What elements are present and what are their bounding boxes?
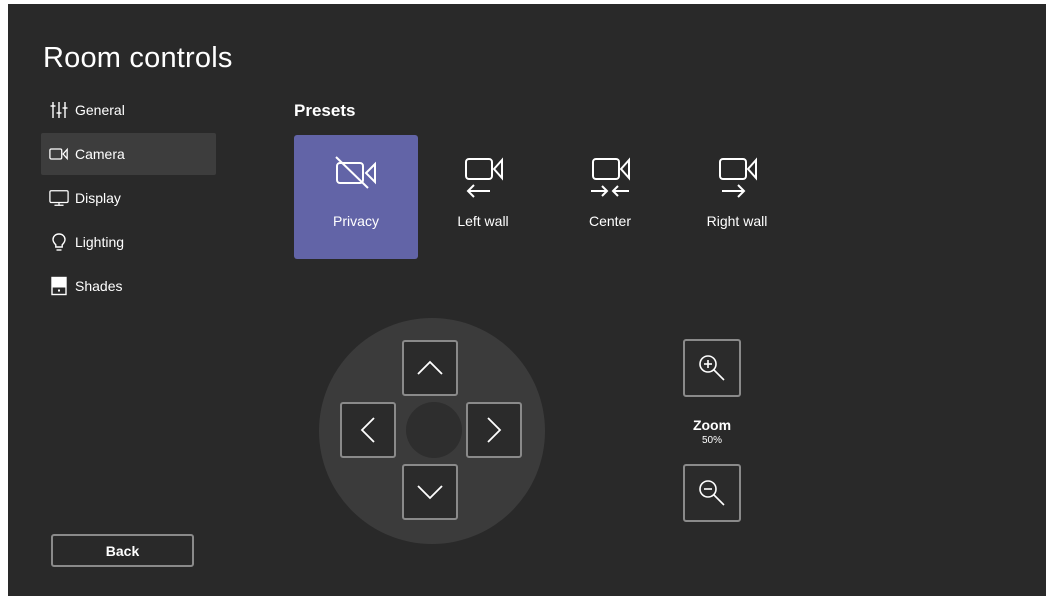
camera-right-icon xyxy=(714,155,760,201)
sidebar-nav: General Camera Display Lighting Shades xyxy=(41,89,216,309)
pan-left-button[interactable] xyxy=(340,402,396,458)
chevron-down-icon xyxy=(417,485,443,500)
presets-title: Presets xyxy=(294,101,356,120)
monitor-icon xyxy=(49,188,69,208)
preset-right-wall[interactable]: Right wall xyxy=(675,135,799,259)
preset-label: Center xyxy=(588,213,632,229)
lightbulb-icon xyxy=(49,232,69,252)
pan-down-button[interactable] xyxy=(402,464,458,520)
preset-privacy[interactable]: Privacy xyxy=(294,135,418,259)
pan-up-button[interactable] xyxy=(402,340,458,396)
chevron-up-icon xyxy=(417,360,443,375)
pan-pad-center xyxy=(406,402,462,458)
sidebar-item-display[interactable]: Display xyxy=(41,177,216,219)
sidebar-item-shades[interactable]: Shades xyxy=(41,265,216,307)
sidebar-item-label: General xyxy=(75,102,125,118)
chevron-right-icon xyxy=(487,417,502,443)
zoom-in-button[interactable] xyxy=(683,339,741,397)
shades-icon xyxy=(49,276,69,296)
camera-off-icon xyxy=(333,155,379,201)
sidebar-item-camera[interactable]: Camera xyxy=(41,133,216,175)
preset-left-wall[interactable]: Left wall xyxy=(421,135,545,259)
preset-center[interactable]: Center xyxy=(548,135,672,259)
sidebar-item-general[interactable]: General xyxy=(41,89,216,131)
zoom-out-button[interactable] xyxy=(683,464,741,522)
chevron-left-icon xyxy=(360,417,375,443)
zoom-in-icon xyxy=(699,355,725,381)
camera-left-icon xyxy=(460,155,506,201)
preset-label: Left wall xyxy=(457,213,509,229)
back-button[interactable]: Back xyxy=(51,534,194,567)
camera-center-icon xyxy=(587,155,633,201)
sidebar-item-label: Lighting xyxy=(75,234,125,250)
room-controls-screen: Room controls General Camera Display Lig… xyxy=(8,4,1046,596)
zoom-out-icon xyxy=(699,480,725,506)
preset-label: Privacy xyxy=(333,213,379,229)
sidebar-item-label: Shades xyxy=(75,278,123,294)
zoom-value: 50% xyxy=(701,435,722,446)
page-title: Room controls xyxy=(43,42,233,74)
sidebar-item-lighting[interactable]: Lighting xyxy=(41,221,216,263)
sidebar-item-label: Display xyxy=(75,190,121,206)
presets-row: Privacy Left wall Center Right wall xyxy=(294,135,802,259)
pan-right-button[interactable] xyxy=(466,402,522,458)
preset-label: Right wall xyxy=(706,213,768,229)
camera-icon xyxy=(49,144,69,164)
sidebar-item-label: Camera xyxy=(75,146,125,162)
zoom-label: Zoom xyxy=(692,417,732,433)
sliders-icon xyxy=(49,100,69,120)
